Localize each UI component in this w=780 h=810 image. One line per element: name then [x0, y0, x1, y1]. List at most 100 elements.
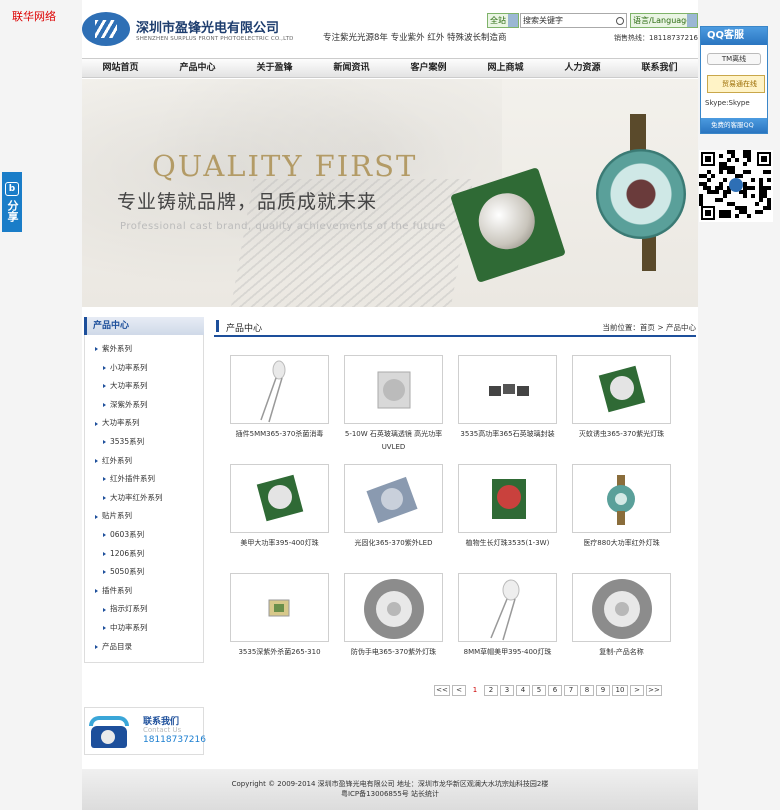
product-image[interactable] [230, 573, 329, 642]
product-image[interactable] [572, 355, 671, 424]
search-icon[interactable] [614, 14, 626, 27]
product-card[interactable]: 防伪手电365-370紫外灯珠 [344, 573, 443, 659]
product-caption[interactable]: 植物生长灯珠3535(1-3W) [458, 537, 557, 550]
sidebar-item-label: 5050系列 [110, 567, 145, 577]
sidebar-item[interactable]: 深紫外系列 [85, 396, 203, 415]
product-card[interactable]: 插件5MM365-370杀菌消毒 [230, 355, 329, 441]
sidebar-item[interactable]: 红外插件系列 [85, 470, 203, 489]
product-card[interactable]: 复制-产品名称 [572, 573, 671, 659]
nav-cases[interactable]: 客户案例 [390, 59, 467, 77]
product-card[interactable]: 美甲大功率395-400灯珠 [230, 464, 329, 550]
sidebar-item[interactable]: 中功率系列 [85, 619, 203, 638]
company-name-en: SHENZHEN SURPLUS FRONT PHOTOELECTRIC CO.… [136, 36, 294, 42]
footer-icp[interactable]: 粤ICP备13006855号 站长统计 [82, 789, 698, 799]
share-tab[interactable]: b 分享 [2, 172, 22, 232]
page-button[interactable]: 4 [516, 685, 530, 696]
product-image[interactable] [344, 355, 443, 424]
scope-select[interactable]: 全站 [487, 13, 519, 28]
nav-products[interactable]: 产品中心 [159, 59, 236, 77]
product-card[interactable]: 5-10W 石英玻璃透镜 高光功率UVLED [344, 355, 443, 454]
product-caption[interactable]: 插件5MM365-370杀菌消毒 [230, 428, 329, 441]
sidebar-item[interactable]: 指示灯系列 [85, 600, 203, 619]
page-button[interactable]: 9 [596, 685, 610, 696]
product-card[interactable]: 3535深紫外杀菌265-310 [230, 573, 329, 659]
hero-banner[interactable]: QUALITY FIRST 专业铸就品牌，品质成就未来 Professional… [82, 79, 698, 307]
sidebar-item[interactable]: 小功率系列 [85, 359, 203, 378]
sidebar-item[interactable]: 0603系列 [85, 526, 203, 545]
sidebar-item[interactable]: 插件系列 [85, 582, 203, 601]
sidebar-item[interactable]: 3535系列 [85, 433, 203, 452]
product-image[interactable] [344, 573, 443, 642]
page-button[interactable]: 6 [548, 685, 562, 696]
sidebar-list: 紫外系列 小功率系列 大功率系列 深紫外系列 大功率系列 3535系列 红外系列 红外插件系列… [84, 335, 204, 664]
bullet-arrow-icon [95, 589, 98, 594]
breadcrumb[interactable]: 当前位置：首页 > 产品中心 [602, 322, 696, 333]
page-next-button[interactable]: > [630, 685, 644, 696]
product-card[interactable]: 3535高功率365石英玻璃封装 [458, 355, 557, 441]
page-prev-button[interactable]: < [452, 685, 466, 696]
sidebar-item-label: 中功率系列 [110, 622, 148, 632]
ali-online-button[interactable]: 贸易通在线 [707, 75, 765, 93]
sidebar-item[interactable]: 红外系列 [85, 452, 203, 471]
banner-subtitle: 专业铸就品牌，品质成就未来 [117, 191, 378, 213]
corner-brand[interactable]: 联华网络 [12, 8, 56, 24]
qq-panel-footer[interactable]: 免费的客服QQ [701, 118, 767, 133]
page-button[interactable]: 1 [468, 685, 482, 696]
product-card[interactable]: 8MM草帽美甲395-400灯珠 [458, 573, 557, 659]
sidebar-item[interactable]: 1206系列 [85, 545, 203, 564]
page-button[interactable]: 2 [484, 685, 498, 696]
sidebar-item[interactable]: 大功率红外系列 [85, 489, 203, 508]
page-button[interactable]: 8 [580, 685, 594, 696]
product-image[interactable] [458, 573, 557, 642]
product-caption[interactable]: 3535高功率365石英玻璃封装 [458, 428, 557, 441]
sidebar-item[interactable]: 紫外系列 [85, 340, 203, 359]
product-image[interactable] [458, 355, 557, 424]
nav-shop[interactable]: 网上商城 [467, 59, 544, 77]
search-input[interactable]: 搜索关键字 [520, 13, 627, 28]
bullet-arrow-icon [103, 384, 106, 389]
sidebar-item[interactable]: 大功率系列 [85, 414, 203, 433]
sidebar-item[interactable]: 5050系列 [85, 563, 203, 582]
content-header: 产品中心 当前位置：首页 > 产品中心 [214, 317, 696, 337]
logo-icon[interactable] [82, 12, 130, 46]
page-button[interactable]: 5 [532, 685, 546, 696]
product-card[interactable]: 医疗880大功率红外灯珠 [572, 464, 671, 550]
product-card[interactable]: 植物生长灯珠3535(1-3W) [458, 464, 557, 550]
product-image[interactable] [344, 464, 443, 533]
product-caption[interactable]: 复制-产品名称 [572, 646, 671, 659]
sidebar-item[interactable]: 贴片系列 [85, 507, 203, 526]
nav-contact[interactable]: 联系我们 [621, 59, 698, 77]
qq-tm-button[interactable]: TM离线 [707, 53, 761, 65]
nav-news[interactable]: 新闻资讯 [313, 59, 390, 77]
page-last-button[interactable]: >> [646, 685, 662, 696]
product-caption[interactable]: 医疗880大功率红外灯珠 [572, 537, 671, 550]
product-card[interactable]: 灭蚊诱虫365-370紫光灯珠 [572, 355, 671, 441]
product-card[interactable]: 光固化365-370紫外LED [344, 464, 443, 550]
product-image[interactable] [458, 464, 557, 533]
page-button[interactable]: 10 [612, 685, 628, 696]
product-caption[interactable]: 美甲大功率395-400灯珠 [230, 537, 329, 550]
product-image[interactable] [572, 464, 671, 533]
page-button[interactable]: 7 [564, 685, 578, 696]
bullet-arrow-icon [95, 644, 98, 649]
product-caption[interactable]: 5-10W 石英玻璃透镜 高光功率UVLED [344, 428, 443, 454]
product-caption[interactable]: 防伪手电365-370紫外灯珠 [344, 646, 443, 659]
product-caption[interactable]: 3535深紫外杀菌265-310 [230, 646, 329, 659]
product-image[interactable] [572, 573, 671, 642]
page-button[interactable]: 3 [500, 685, 514, 696]
skype-link[interactable]: Skype:Skype [705, 99, 750, 107]
product-caption[interactable]: 灭蚊诱虫365-370紫光灯珠 [572, 428, 671, 441]
language-select[interactable]: 语言/Language [630, 13, 698, 28]
contact-phone: 18118737216 [143, 735, 206, 745]
nav-hr[interactable]: 人力资源 [544, 59, 621, 77]
product-caption[interactable]: 光固化365-370紫外LED [344, 537, 443, 550]
page-first-button[interactable]: << [434, 685, 450, 696]
product-image[interactable] [230, 464, 329, 533]
nav-home[interactable]: 网站首页 [82, 59, 159, 77]
product-caption[interactable]: 8MM草帽美甲395-400灯珠 [458, 646, 557, 659]
sidebar-item[interactable]: 大功率系列 [85, 377, 203, 396]
sidebar-item[interactable]: 产品目录 [85, 638, 203, 657]
contact-box[interactable]: 联系我们 Contact Us 18118737216 [84, 707, 206, 755]
product-image[interactable] [230, 355, 329, 424]
nav-about[interactable]: 关于盈锋 [236, 59, 313, 77]
